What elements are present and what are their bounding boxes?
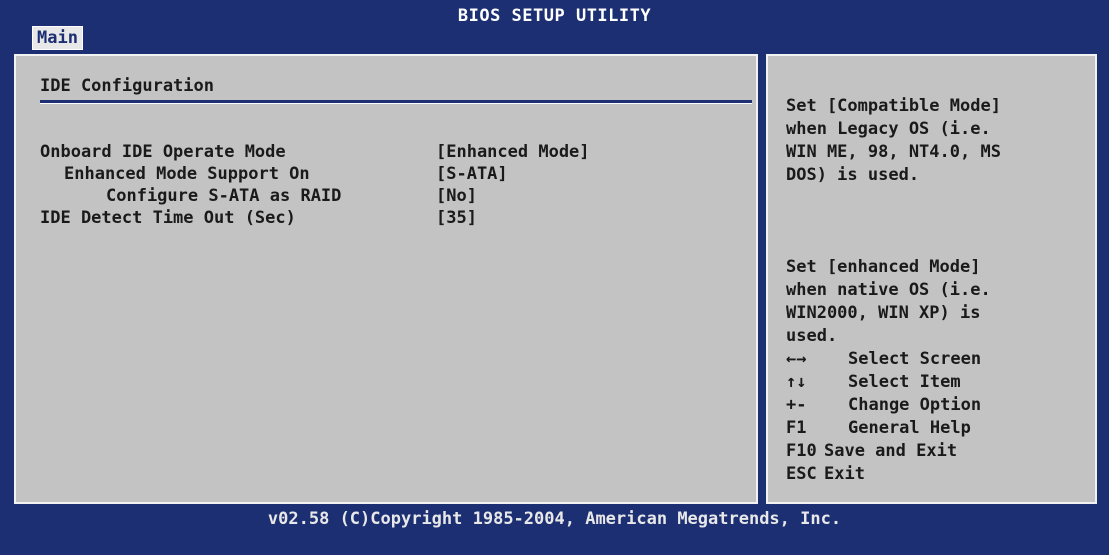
- help-paragraph-enhanced: Set [enhanced Mode] when native OS (i.e.…: [786, 257, 991, 346]
- help-panel: Set [Compatible Mode] when Legacy OS (i.…: [766, 54, 1097, 504]
- setting-label: IDE Detect Time Out (Sec): [40, 208, 296, 228]
- setting-value[interactable]: [S-ATA]: [436, 164, 508, 184]
- key-save-and-exit: F10 Save and Exit: [786, 440, 957, 463]
- setting-label: Enhanced Mode Support On: [64, 164, 310, 184]
- help-paragraph-compatible: Set [Compatible Mode] when Legacy OS (i.…: [786, 96, 1001, 185]
- section-title: IDE Configuration: [40, 76, 214, 96]
- key-description: Save and Exit: [824, 441, 958, 461]
- key-description: Select Item: [848, 372, 961, 392]
- key-select-item: ↑↓ Select Item: [786, 371, 961, 394]
- copyright-footer: v02.58 (C)Copyright 1985-2004, American …: [267, 509, 842, 529]
- tab-main[interactable]: Main: [32, 26, 83, 50]
- help-text: Set [Compatible Mode] when Legacy OS (i.…: [786, 72, 1086, 371]
- section-divider: [40, 100, 752, 104]
- setting-label: Configure S-ATA as RAID: [106, 186, 342, 206]
- key-change-option: +- Change Option: [786, 394, 981, 417]
- key-description: Select Screen: [848, 349, 982, 369]
- key-label: ESC: [786, 464, 817, 484]
- key-description: Exit: [824, 464, 865, 484]
- setting-ide-detect-time-out[interactable]: IDE Detect Time Out (Sec) [35]: [40, 208, 477, 288]
- settings-panel: IDE Configuration Onboard IDE Operate Mo…: [14, 54, 758, 504]
- arrow-left-right-icon: ←→: [786, 349, 807, 369]
- key-description: Change Option: [848, 395, 982, 415]
- key-general-help: F1 General Help: [786, 417, 971, 440]
- utility-title: BIOS SETUP UTILITY: [457, 6, 652, 26]
- key-select-screen: ←→ Select Screen: [786, 348, 981, 371]
- setting-value[interactable]: [Enhanced Mode]: [436, 142, 590, 162]
- arrow-up-down-icon: ↑↓: [786, 372, 807, 392]
- key-description: General Help: [848, 418, 971, 438]
- setting-value[interactable]: [35]: [436, 208, 477, 228]
- key-label: F10: [786, 441, 817, 461]
- key-label: F1: [786, 418, 807, 438]
- setting-label: Onboard IDE Operate Mode: [40, 142, 286, 162]
- key-legend: ←→ Select Screen ↑↓ Select Item +- Chang…: [786, 348, 981, 486]
- title-bar: BIOS SETUP UTILITY Main: [0, 0, 1109, 52]
- key-exit: ESC Exit: [786, 463, 865, 486]
- key-label: +-: [786, 395, 807, 415]
- setting-value[interactable]: [No]: [436, 186, 477, 206]
